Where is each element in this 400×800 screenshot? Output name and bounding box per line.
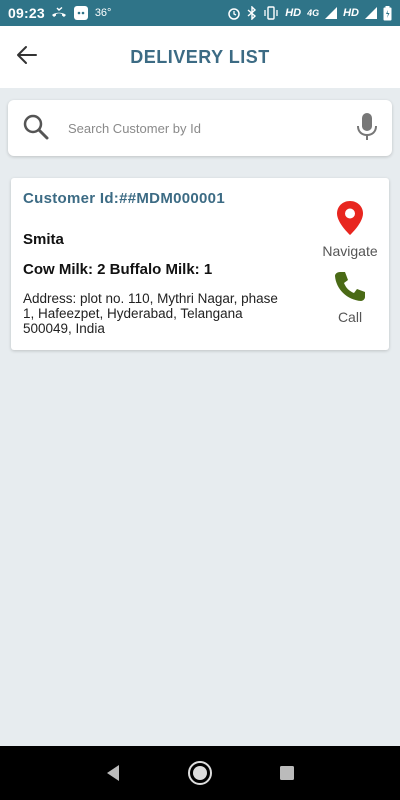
network-label: 4G xyxy=(307,8,320,18)
nav-recents-icon xyxy=(279,766,294,780)
location-pin-icon xyxy=(337,201,363,235)
bluetooth-icon xyxy=(247,6,257,20)
call-label: Call xyxy=(337,309,363,325)
back-arrow-icon xyxy=(17,46,37,64)
customer-address: Address: plot no. 110, Mythri Nagar, pha… xyxy=(23,291,278,336)
customer-name: Smita xyxy=(23,231,64,248)
back-button[interactable] xyxy=(16,44,46,70)
nav-home-button[interactable] xyxy=(185,758,215,788)
network-label: HD xyxy=(285,7,302,19)
signal-icon xyxy=(365,7,377,19)
nav-home-icon xyxy=(187,761,212,785)
signal-icon xyxy=(325,7,338,19)
status-temperature: 36° xyxy=(94,7,112,19)
page-title: DELIVERY LIST xyxy=(130,46,270,67)
app-bar: DELIVERY LIST xyxy=(0,26,400,88)
search-bar xyxy=(8,100,392,156)
search-input[interactable] xyxy=(68,116,338,140)
customer-id: Customer Id:##MDM000001 xyxy=(23,190,225,207)
alarm-icon xyxy=(227,6,241,20)
status-time: 09:23 xyxy=(8,5,45,21)
customer-milk-order: Cow Milk: 2 Buffalo Milk: 1 xyxy=(23,261,213,278)
nav-back-icon xyxy=(107,765,120,781)
search-icon xyxy=(22,113,50,146)
status-bar: 09:23 36° HD 4G HD xyxy=(0,0,400,26)
call-button[interactable]: Call xyxy=(317,270,383,325)
navigate-label: Navigate xyxy=(322,243,378,259)
network-label: HD xyxy=(343,7,359,19)
mic-icon[interactable] xyxy=(356,112,378,147)
app-notification-icon xyxy=(73,5,89,21)
vibrate-icon xyxy=(263,6,279,20)
nav-back-button[interactable] xyxy=(98,758,128,788)
phone-icon xyxy=(335,272,365,301)
customer-card[interactable]: Customer Id:##MDM000001 Smita Cow Milk: … xyxy=(11,178,389,350)
nav-recents-button[interactable] xyxy=(272,758,302,788)
system-nav-bar xyxy=(0,746,400,800)
navigate-button[interactable]: Navigate xyxy=(317,200,383,259)
battery-icon xyxy=(383,5,392,21)
missed-call-icon xyxy=(51,7,67,19)
